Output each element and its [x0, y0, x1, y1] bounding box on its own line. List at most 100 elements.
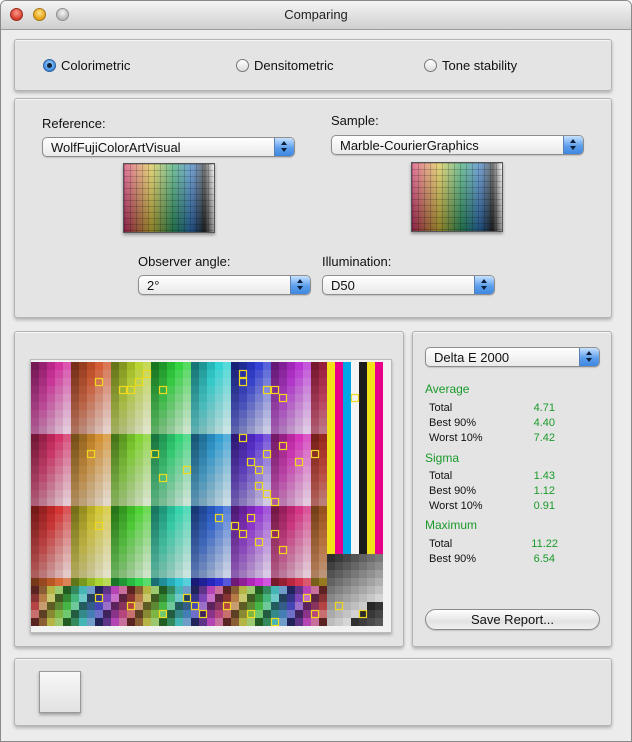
color-patch	[199, 546, 207, 554]
color-patch	[295, 394, 303, 402]
color-patch	[279, 362, 287, 370]
color-patch	[367, 402, 375, 410]
color-patch	[351, 522, 359, 530]
color-patch	[55, 530, 63, 538]
color-patch	[359, 570, 367, 578]
color-patch	[95, 386, 103, 394]
color-patch	[303, 418, 311, 426]
color-patch	[55, 594, 63, 602]
color-patch	[223, 426, 231, 434]
stat-value: 1.43	[533, 470, 555, 482]
radio-colorimetric[interactable]: Colorimetric	[43, 58, 130, 73]
color-patch	[239, 450, 247, 458]
color-patch	[95, 450, 103, 458]
radio-tone-stability[interactable]: Tone stability	[424, 58, 517, 73]
color-patch	[79, 434, 87, 442]
color-patch	[167, 578, 175, 586]
color-patch	[263, 410, 271, 418]
color-patch	[231, 610, 239, 618]
color-patch	[183, 490, 191, 498]
color-patch	[343, 506, 351, 514]
color-patch	[103, 378, 111, 386]
color-patch	[239, 530, 247, 538]
color-patch	[319, 402, 327, 410]
color-patch	[215, 506, 223, 514]
color-patch	[359, 562, 367, 570]
title-bar: Comparing	[1, 1, 631, 30]
color-patch	[119, 602, 127, 610]
color-patch	[111, 434, 119, 442]
color-patch	[103, 386, 111, 394]
color-patch	[271, 410, 279, 418]
color-patch	[375, 570, 383, 578]
color-patch	[303, 562, 311, 570]
color-patch	[239, 474, 247, 482]
color-patch	[351, 402, 359, 410]
color-patch	[327, 586, 335, 594]
color-patch	[351, 530, 359, 538]
color-patch	[207, 458, 215, 466]
color-patch	[295, 554, 303, 562]
radio-densitometric[interactable]: Densitometric	[236, 58, 333, 73]
color-patch	[47, 506, 55, 514]
color-patch	[159, 498, 167, 506]
color-patch	[311, 618, 319, 626]
color-patch	[199, 458, 207, 466]
color-patch	[71, 410, 79, 418]
save-report-button[interactable]: Save Report...	[425, 609, 600, 630]
color-patch	[319, 586, 327, 594]
color-patch	[39, 482, 47, 490]
color-patch	[215, 378, 223, 386]
color-patch	[87, 378, 95, 386]
color-patch	[287, 546, 295, 554]
color-patch	[375, 618, 383, 626]
illumination-popup[interactable]: D50	[322, 275, 495, 295]
color-patch	[151, 434, 159, 442]
color-patch	[319, 546, 327, 554]
reference-popup[interactable]: WolfFujiColorArtVisual	[42, 137, 295, 157]
color-patch	[287, 442, 295, 450]
color-patch	[79, 466, 87, 474]
metric-popup[interactable]: Delta E 2000	[425, 347, 600, 367]
color-patch	[151, 522, 159, 530]
color-patch	[95, 426, 103, 434]
color-patch	[263, 386, 271, 394]
color-patch	[223, 394, 231, 402]
maximum-title: Maximum	[425, 518, 478, 532]
observer-angle-popup[interactable]: 2°	[138, 275, 311, 295]
color-patch	[95, 410, 103, 418]
color-patch	[343, 442, 351, 450]
color-patch	[127, 570, 135, 578]
color-patch	[231, 426, 239, 434]
color-patch	[287, 394, 295, 402]
color-patch	[135, 370, 143, 378]
color-patch	[103, 458, 111, 466]
color-patch	[319, 538, 327, 546]
color-patch	[63, 466, 71, 474]
color-patch	[127, 378, 135, 386]
color-patch	[159, 546, 167, 554]
color-patch	[63, 538, 71, 546]
color-patch	[295, 370, 303, 378]
color-patch	[327, 442, 335, 450]
color-patch	[103, 546, 111, 554]
color-patch	[95, 522, 103, 530]
color-patch	[287, 378, 295, 386]
color-patch	[159, 466, 167, 474]
color-patch	[303, 386, 311, 394]
color-patch	[31, 378, 39, 386]
color-patch	[311, 546, 319, 554]
color-patch	[135, 378, 143, 386]
color-swatch[interactable]	[39, 671, 81, 713]
color-patch	[127, 418, 135, 426]
color-patch	[263, 418, 271, 426]
color-patch	[183, 618, 191, 626]
sigma-title: Sigma	[425, 451, 460, 465]
color-patch	[279, 458, 287, 466]
color-patch	[231, 410, 239, 418]
color-patch	[287, 410, 295, 418]
color-patch	[151, 602, 159, 610]
color-patch	[247, 490, 255, 498]
sample-popup[interactable]: Marble-CourierGraphics	[331, 135, 584, 155]
color-patch	[159, 434, 167, 442]
